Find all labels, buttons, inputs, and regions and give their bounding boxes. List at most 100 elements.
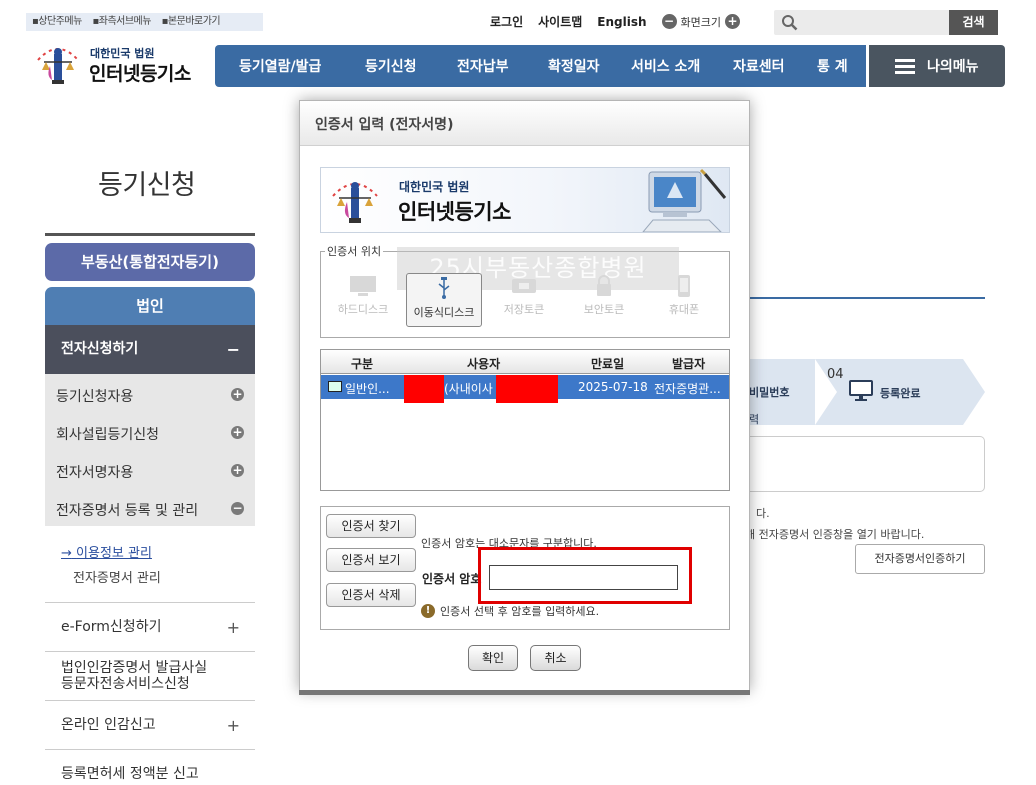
content-text-2: 해 전자증명서 인증창을 열기 바랍니다. — [745, 528, 925, 541]
nav-item-resource-center[interactable]: 자료센터 — [733, 56, 817, 76]
skip-link-top-menu[interactable]: ▪상단주메뉴 — [32, 16, 86, 27]
site-logo[interactable]: 대한민국 법원 인터넷등기소 — [30, 40, 200, 90]
zoom-label: 화면크기 — [680, 15, 722, 29]
skip-link-content[interactable]: ▪본문바로가기 — [162, 16, 224, 27]
sidebar-title: 등기신청 — [98, 170, 196, 201]
cell-type: 일반인... — [345, 382, 390, 396]
delete-certificate-button[interactable]: 인증서 삭제 — [326, 583, 416, 607]
monitor-icon — [350, 276, 376, 296]
sidebar-divider — [45, 233, 255, 236]
submenu-item-e-certificate[interactable]: 전자증명서 등록 및 관리 — [56, 500, 198, 520]
depth3-item-cert-manage[interactable]: 전자증명서 관리 — [73, 567, 161, 586]
expand-icon[interactable]: + — [231, 426, 244, 439]
cert-location-legend: 인증서 위치 — [325, 243, 384, 259]
column-header-issuer: 발급자 — [672, 357, 706, 371]
nav-item-service-intro[interactable]: 서비스 소개 — [631, 56, 733, 76]
nav-item-e-payment[interactable]: 전자납부 — [457, 56, 548, 76]
main-nav: 등기열람/발급 등기신청 전자납부 확정일자 서비스 소개 자료센터 통 계 — [215, 45, 866, 87]
location-mobile-phone[interactable]: 휴대폰 — [646, 273, 722, 327]
zoom-in-button[interactable]: + — [725, 14, 741, 29]
usb-icon — [438, 277, 450, 299]
sitemap-link[interactable]: 사이트맵 — [538, 13, 582, 30]
expand-icon[interactable]: + — [231, 388, 244, 401]
redaction — [496, 375, 558, 403]
content-text-1: 다. — [756, 507, 770, 520]
redaction — [404, 375, 444, 403]
nav-item-fixed-date[interactable]: 확정일자 — [548, 56, 631, 76]
view-certificate-button[interactable]: 인증서 보기 — [326, 548, 416, 572]
search-input[interactable] — [804, 13, 944, 32]
location-removable-disk[interactable]: 이동식디스크 — [406, 273, 482, 327]
warning-icon: ! — [421, 604, 435, 618]
page: ▪상단주메뉴 ▪좌측서브메뉴 ▪본문바로가기 로그인 사이트맵 English … — [0, 0, 1036, 785]
submenu-item-e-signer[interactable]: 전자서명자용 — [56, 462, 133, 482]
content-divider — [745, 297, 985, 299]
banner-subtitle: 대한민국 법원 — [399, 180, 470, 194]
table-row[interactable]: 일반인... (사내이사 2025-07-18 전자증명관... — [321, 375, 729, 403]
ok-button[interactable]: 확인 — [468, 645, 518, 671]
column-header-user: 사용자 — [467, 357, 501, 371]
dialog-banner: 대한민국 법원 인터넷등기소 — [320, 167, 730, 233]
step-4-number: 04 — [827, 367, 844, 382]
cell-user: (사내이사 — [444, 382, 493, 396]
expand-icon: + — [226, 716, 240, 735]
sidebar-item-e-form[interactable]: e-Form신청하기 + — [45, 602, 255, 651]
dialog-title: 인증서 입력 (전자서명) — [315, 117, 454, 133]
zoom-out-button[interactable]: − — [661, 14, 677, 29]
step-3-sub: 력 — [749, 413, 760, 426]
court-emblem-icon — [332, 182, 378, 223]
certificate-icon — [328, 381, 342, 392]
search-button[interactable]: 검색 — [949, 10, 998, 35]
english-link[interactable]: English — [597, 15, 646, 29]
sidebar-item-registration-tax[interactable]: 등록면허세 정액분 신고 — [45, 749, 255, 785]
nav-item-apply[interactable]: 등기신청 — [365, 56, 457, 76]
dialog-bottom-edge — [299, 690, 750, 695]
nav-item-statistics[interactable]: 통 계 — [817, 56, 848, 76]
find-certificate-button[interactable]: 인증서 찾기 — [326, 514, 416, 538]
sidebar-item-online-seal[interactable]: 온라인 인감신고 + — [45, 700, 255, 749]
column-header-expiry: 만료일 — [591, 357, 625, 371]
submenu-item-company-setup[interactable]: 회사설립등기신청 — [56, 424, 159, 444]
table-header: 구분 사용자 만료일 발급자 — [321, 350, 729, 374]
depth3-item-usage-info[interactable]: → 이용정보 관리 — [61, 542, 152, 561]
monitor-icon — [849, 380, 873, 401]
sidebar-item-corporation[interactable]: 법인 — [45, 287, 255, 325]
highlight-box — [478, 547, 692, 604]
skip-links: ▪상단주메뉴 ▪좌측서브메뉴 ▪본문바로가기 — [26, 13, 263, 31]
nav-item-view-issue[interactable]: 등기열람/발급 — [239, 56, 365, 76]
storage-token-icon — [512, 279, 536, 293]
cell-expiry: 2025-07-18 — [578, 380, 648, 394]
expand-icon[interactable]: + — [231, 464, 244, 477]
logo-title: 인터넷등기소 — [89, 63, 191, 85]
submenu-item-applicant[interactable]: 등기신청자용 — [56, 386, 133, 406]
dialog-header[interactable]: 인증서 입력 (전자서명) — [300, 101, 749, 146]
password-label: 인증서 암호 — [422, 572, 482, 586]
cancel-button[interactable]: 취소 — [530, 645, 581, 671]
computer-illustration-icon — [642, 168, 727, 232]
my-menu-button[interactable]: 나의메뉴 — [869, 45, 1005, 87]
sidebar-item-realestate[interactable]: 부동산(통합전자등기) — [45, 243, 255, 281]
location-security-token[interactable]: 보안토큰 — [566, 273, 642, 327]
court-emblem-icon — [37, 48, 79, 84]
collapse-icon[interactable]: − — [231, 502, 244, 515]
zoom-control: − 화면크기 + — [661, 14, 741, 30]
login-link[interactable]: 로그인 — [490, 13, 523, 30]
cert-location-group: 인증서 위치 25시부동산종합병원 하드디스크 이동식디스크 저장토큰 보안토큰… — [320, 243, 730, 338]
lock-icon — [597, 275, 611, 296]
skip-link-side-menu[interactable]: ▪좌측서브메뉴 — [92, 16, 154, 27]
arrow-right-icon: → — [61, 546, 72, 561]
search-icon — [782, 15, 798, 31]
certificate-dialog: 인증서 입력 (전자서명) 대한민국 법원 인터넷등기소 인증서 위치 25시부… — [299, 100, 750, 695]
location-hard-disk[interactable]: 하드디스크 — [325, 273, 401, 327]
utility-links: 로그인 사이트맵 English − 화면크기 + — [490, 13, 741, 30]
banner-title: 인터넷등기소 — [398, 200, 511, 224]
sidebar-item-seal-sms[interactable]: 법인인감증명서 발급사실 등문자전송서비스신청 — [45, 651, 255, 700]
sidebar-item-e-application[interactable]: 전자신청하기 − — [45, 325, 255, 374]
sidebar-item-label: 전자신청하기 — [61, 341, 139, 357]
step-4-label: 등록완료 — [880, 387, 921, 400]
collapse-icon: − — [226, 340, 240, 359]
e-certificate-auth-button[interactable]: 전자증명서인증하기 — [855, 544, 985, 574]
password-panel: 인증서 찾기 인증서 보기 인증서 삭제 인증서 암호는 대소문자를 구분합니다… — [320, 506, 730, 630]
certificate-table: 구분 사용자 만료일 발급자 일반인... (사내이사 2025-07-18 전… — [320, 349, 730, 491]
location-storage-token[interactable]: 저장토큰 — [486, 273, 562, 327]
